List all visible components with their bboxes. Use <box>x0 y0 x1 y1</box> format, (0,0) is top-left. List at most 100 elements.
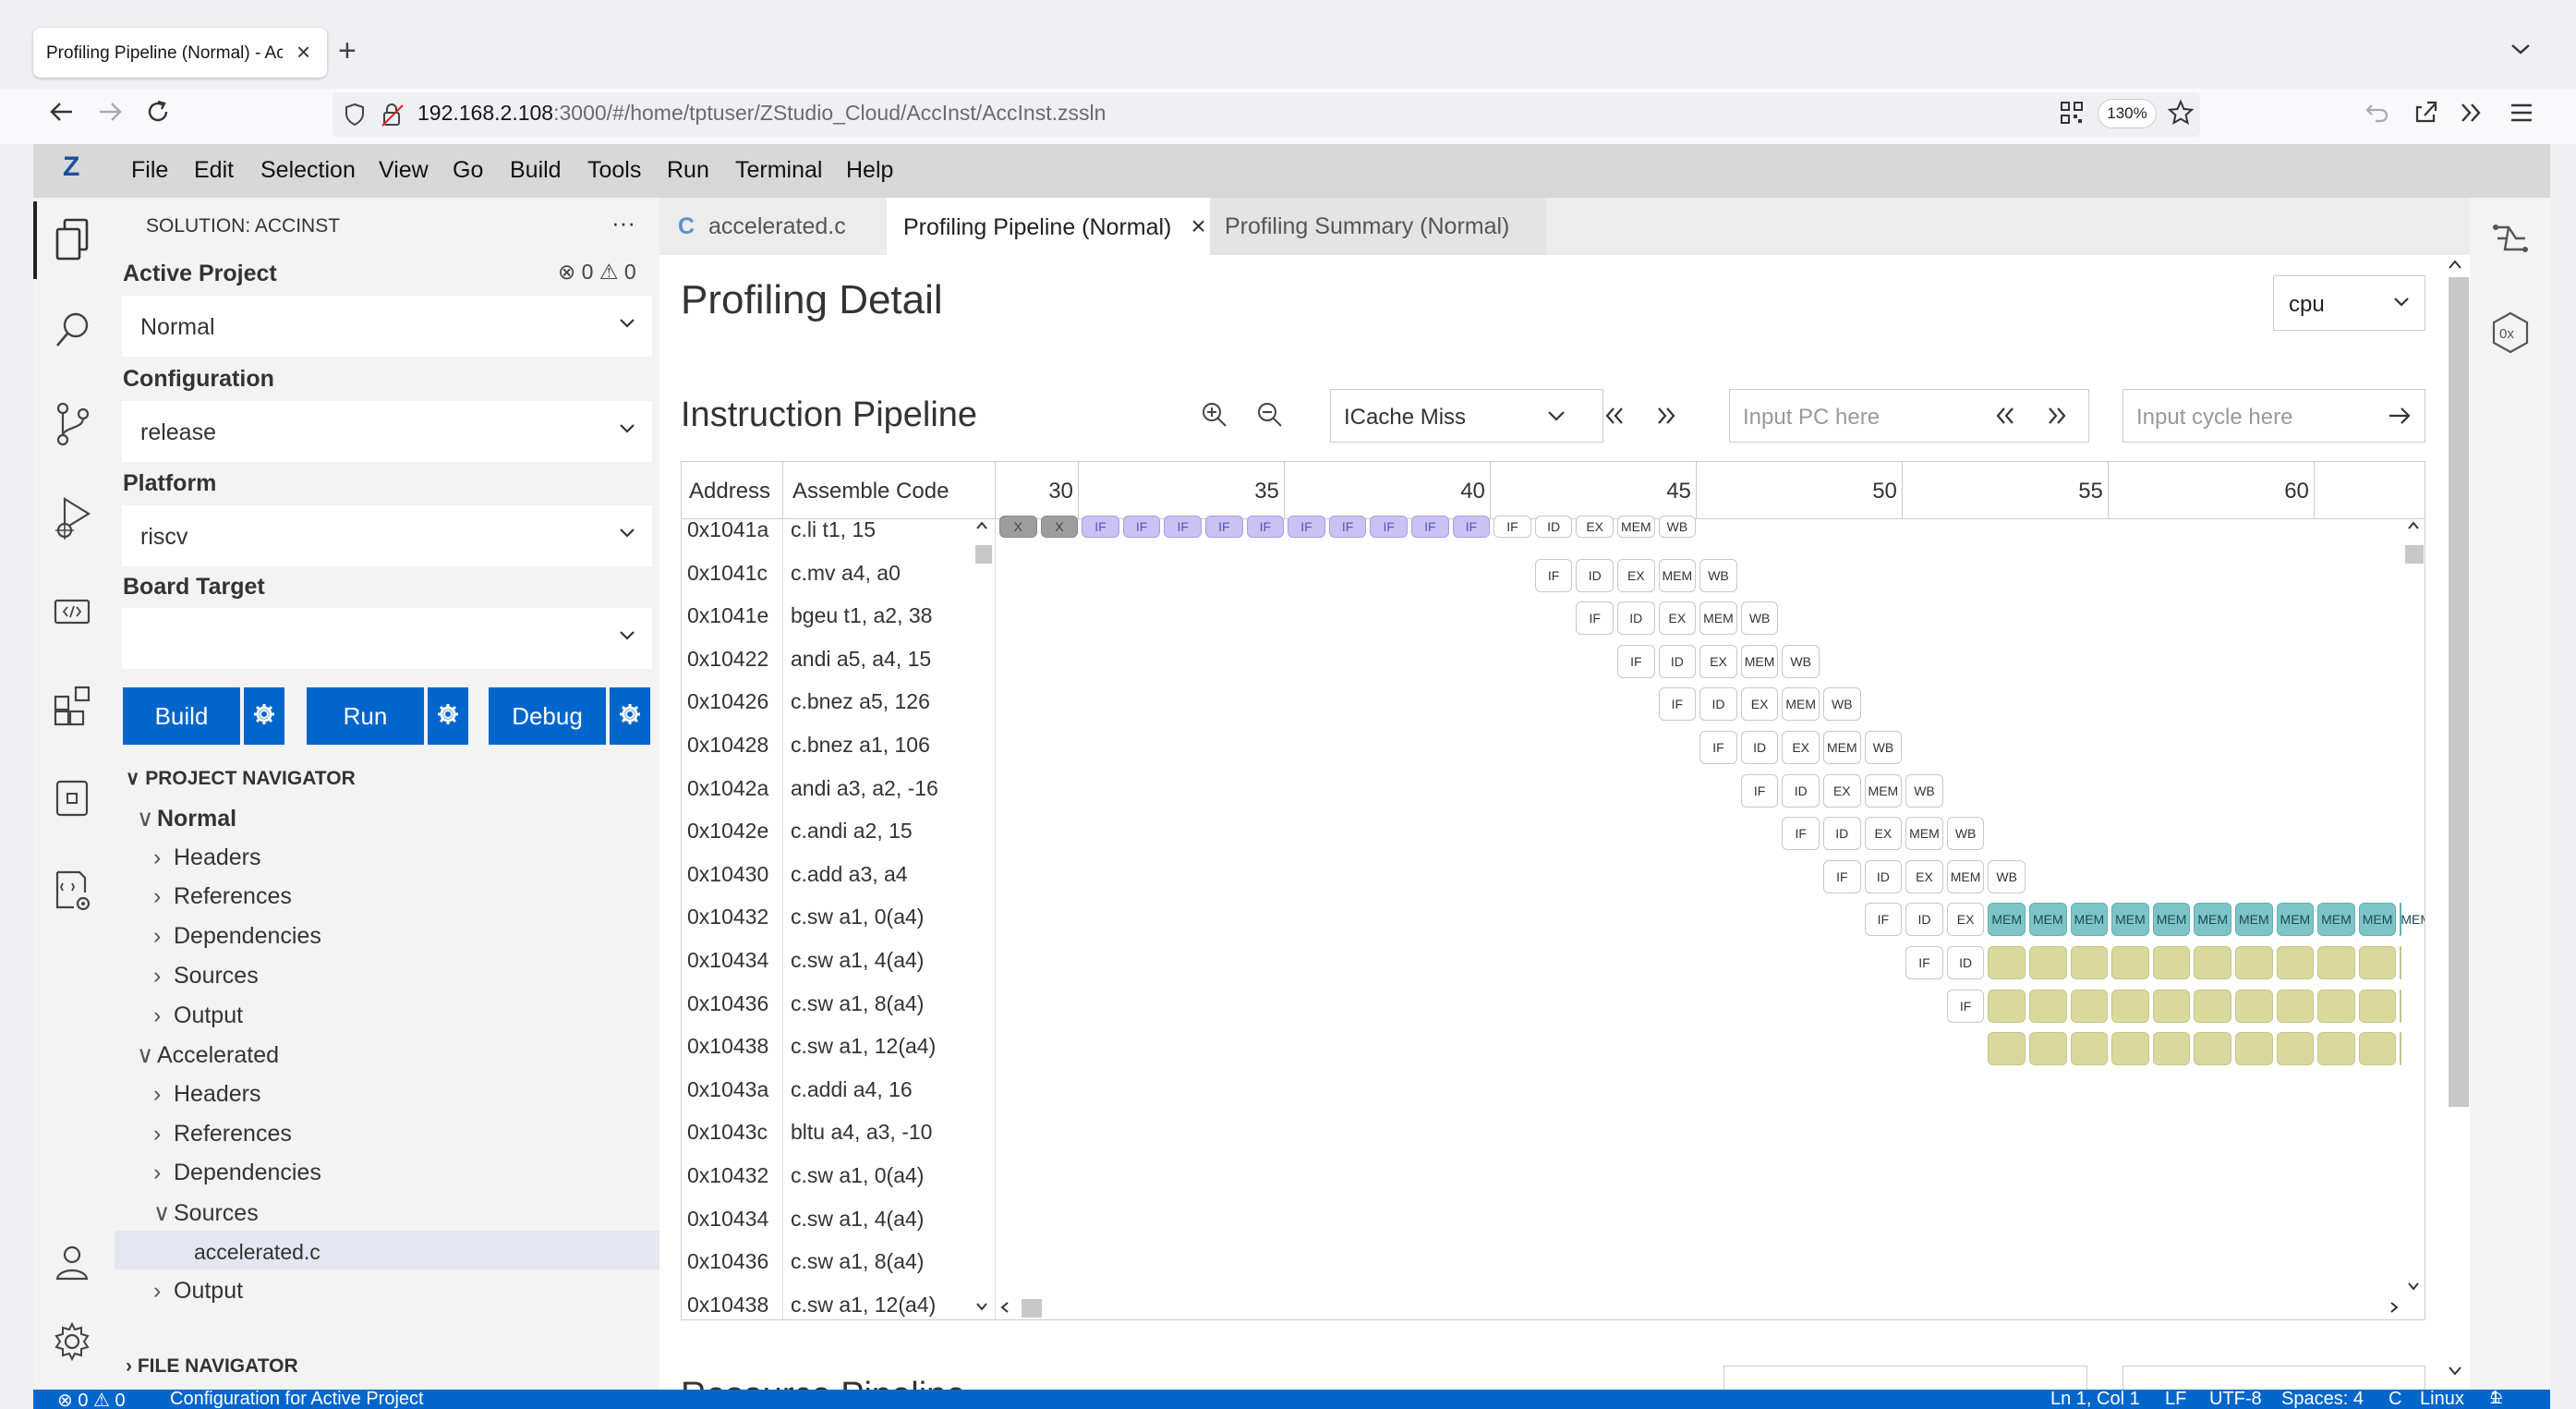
pipeline-stage-cell[interactable]: WB <box>1782 644 1820 678</box>
menu-file[interactable]: File <box>131 157 168 184</box>
resource-filter-select[interactable] <box>1723 1366 2087 1390</box>
tree-item[interactable]: › Headers <box>153 1081 261 1108</box>
run-button[interactable]: Run <box>307 687 424 745</box>
grid-vscroll-thumb[interactable] <box>2405 545 2424 564</box>
new-tab-button[interactable]: + <box>338 35 357 67</box>
zoom-level-badge[interactable]: 130% <box>2098 100 2156 128</box>
rows-scrollbar-thumb[interactable] <box>975 545 992 564</box>
row-assembly[interactable]: bgeu t1, a2, 38 <box>791 603 932 628</box>
status-language[interactable]: C <box>2389 1390 2401 1409</box>
pipeline-stage-cell[interactable] <box>2317 946 2355 979</box>
pipeline-stage-cell[interactable]: EX <box>1576 516 1614 538</box>
pipeline-stage-cell[interactable] <box>2194 1032 2231 1066</box>
rows-scroll-down-icon[interactable] <box>975 1301 988 1312</box>
close-tab-icon[interactable]: × <box>1191 212 1205 240</box>
pipeline-stage-cell[interactable]: IF <box>1617 644 1655 678</box>
manage-gear-icon[interactable] <box>52 1321 94 1364</box>
pipeline-stage-cell[interactable]: ID <box>1905 903 1943 937</box>
row-address[interactable]: 0x10438 <box>687 1293 768 1318</box>
debug-button[interactable]: Debug <box>489 687 606 745</box>
pipeline-stage-cell[interactable]: IF <box>1494 516 1531 538</box>
pipeline-stage-cell[interactable]: MEM <box>1864 773 1903 808</box>
pipeline-stage-cell[interactable]: ID <box>1864 859 1903 893</box>
pipeline-stage-cell[interactable]: MEM <box>2276 903 2315 937</box>
pipeline-stage-cell[interactable]: IF <box>1740 773 1779 808</box>
row-address[interactable]: 0x10422 <box>687 647 768 672</box>
pipeline-stage-cell[interactable]: IF <box>1164 516 1202 538</box>
grid-scroll-up-icon[interactable] <box>2407 520 2420 531</box>
grid-scroll-right-icon[interactable] <box>2389 1301 2400 1314</box>
tab-profiling-summary[interactable]: Profiling Summary (Normal) <box>1210 198 1546 255</box>
pipeline-stage-cell[interactable] <box>2276 1032 2315 1066</box>
row-assembly[interactable]: c.andi a2, 15 <box>791 819 913 844</box>
row-address[interactable]: 0x10434 <box>687 1207 768 1232</box>
pipeline-stage-cell[interactable]: WB <box>1946 817 1985 851</box>
pipeline-stage-cell[interactable]: IF <box>1699 731 1737 764</box>
pipeline-stage-cell[interactable]: MEM <box>1740 644 1779 678</box>
url-text[interactable]: 192.168.2.108:3000/#/home/tptuser/ZStudi… <box>417 101 1106 126</box>
pipeline-stage-cell[interactable] <box>2029 946 2067 979</box>
device-icon[interactable] <box>52 778 94 820</box>
pipeline-stage-cell[interactable] <box>2111 989 2149 1023</box>
menu-view[interactable]: View <box>379 157 429 184</box>
tab-accelerated-c[interactable]: C accelerated.c <box>659 198 879 255</box>
pipeline-stage-cell[interactable] <box>2194 989 2231 1023</box>
pipeline-stage-cell[interactable] <box>2400 946 2402 979</box>
insecure-lock-icon[interactable] <box>381 102 405 128</box>
pipeline-stage-cell[interactable]: IF <box>1328 516 1367 538</box>
row-address[interactable]: 0x10438 <box>687 1034 768 1059</box>
pipeline-stage-cell[interactable]: MEM <box>1617 516 1655 538</box>
debug-settings-button[interactable] <box>610 687 650 745</box>
status-indentation[interactable]: Spaces: 4 <box>2281 1390 2364 1409</box>
pipeline-stage-cell[interactable] <box>1988 1032 2026 1066</box>
row-address[interactable]: 0x10436 <box>687 1249 768 1274</box>
zoom-in-icon[interactable] <box>1201 401 1228 429</box>
row-assembly[interactable]: c.mv a4, a0 <box>791 561 901 586</box>
hamburger-menu-icon[interactable] <box>2509 100 2534 126</box>
tree-item[interactable]: › Output <box>153 1002 243 1029</box>
pipeline-stage-cell[interactable]: MEM <box>2070 903 2109 937</box>
row-address[interactable]: 0x10432 <box>687 905 768 929</box>
status-encoding[interactable]: UTF-8 <box>2209 1390 2262 1409</box>
pipeline-stage-cell[interactable] <box>2029 1032 2067 1066</box>
pipeline-stage-cell[interactable]: MEM <box>2235 903 2273 937</box>
row-address[interactable]: 0x10430 <box>687 862 768 887</box>
pipeline-stage-cell[interactable]: EX <box>1823 773 1861 808</box>
scroll-down-icon[interactable] <box>2448 1366 2462 1377</box>
pipeline-stage-cell[interactable]: EX <box>1905 859 1943 893</box>
pipeline-stage-cell[interactable] <box>2358 989 2397 1023</box>
pipeline-stage-cell[interactable]: WB <box>1864 731 1903 764</box>
row-assembly[interactable]: c.addi a4, 16 <box>791 1077 913 1102</box>
pipeline-stage-cell[interactable]: MEM <box>2029 903 2067 937</box>
pipeline-stage-cell[interactable] <box>2358 946 2397 979</box>
scroll-up-icon[interactable] <box>2448 259 2462 270</box>
pipeline-stage-cell[interactable]: IF <box>1370 516 1408 538</box>
pipeline-stage-cell[interactable]: WB <box>1988 859 2026 893</box>
build-settings-button[interactable] <box>244 687 284 745</box>
forward-icon[interactable] <box>96 98 124 126</box>
row-address[interactable]: 0x1041c <box>687 561 768 586</box>
pipeline-stage-cell[interactable]: IF <box>1122 516 1161 538</box>
pipeline-stage-cell[interactable]: ID <box>1617 601 1655 636</box>
row-address[interactable]: 0x1041e <box>687 603 768 628</box>
tree-item[interactable]: › Headers <box>153 844 261 871</box>
tree-item[interactable]: › References <box>153 883 292 910</box>
pipeline-stage-cell[interactable]: MEM <box>2111 903 2149 937</box>
problems-counter[interactable]: ⊗ 0 ⚠ 0 <box>558 260 636 285</box>
row-address[interactable]: 0x1042a <box>687 776 768 801</box>
rows-scroll-up-icon[interactable] <box>975 520 988 531</box>
extensions-icon[interactable] <box>52 684 94 730</box>
status-os[interactable]: Linux <box>2420 1390 2464 1409</box>
menu-terminal[interactable]: Terminal <box>735 157 822 184</box>
pipeline-stage-cell[interactable]: MEM <box>1658 558 1697 592</box>
menu-tools[interactable]: Tools <box>587 157 641 184</box>
row-address[interactable]: 0x10428 <box>687 733 768 758</box>
event-prev-button[interactable] <box>1603 405 1626 427</box>
pipeline-stage-cell[interactable]: IF <box>1534 558 1573 592</box>
tree-item[interactable]: › Dependencies <box>153 923 321 950</box>
pipeline-stage-cell[interactable]: MEM <box>1905 817 1943 851</box>
pipeline-stage-cell[interactable]: IF <box>1411 516 1449 538</box>
tree-item[interactable]: accelerated.c <box>181 1239 320 1266</box>
pipeline-stage-cell[interactable]: ID <box>1534 516 1573 538</box>
source-control-icon[interactable] <box>52 401 94 447</box>
